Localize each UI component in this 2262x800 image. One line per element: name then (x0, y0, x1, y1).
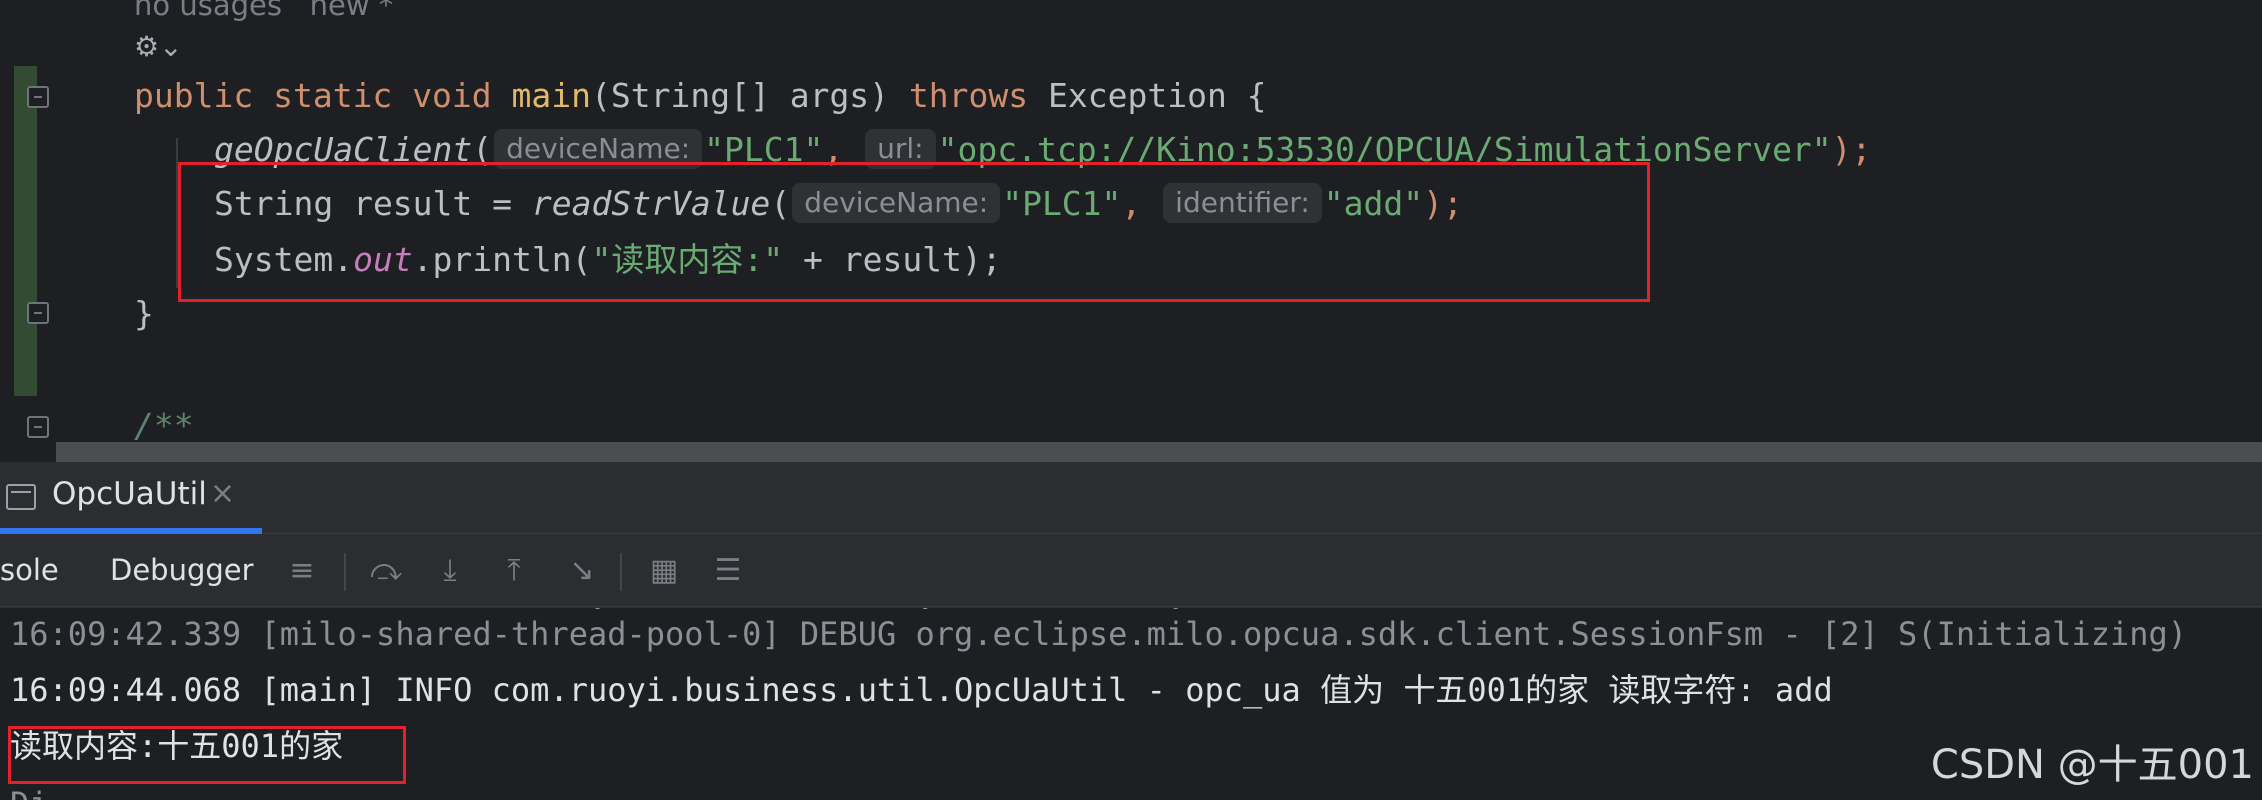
keyword-throws: throws (908, 76, 1029, 115)
fold-comment-icon[interactable] (27, 416, 49, 438)
keyword-static: static (273, 76, 393, 115)
console-line-info: 16:09:44.068 [main] INFO com.ruoyi.busin… (10, 671, 1833, 709)
active-tab-indicator (0, 528, 262, 534)
run-tab-strip: OpcUaUtil × (0, 462, 2262, 534)
csdn-watermark: CSDN @十五001 (1930, 742, 2254, 788)
code-line-main[interactable]: public static void main(String[] args) t… (134, 70, 1267, 122)
run-to-cursor-icon[interactable]: ↘ (560, 549, 604, 593)
highlight-box-output (8, 726, 406, 784)
toolbar-separator (620, 553, 622, 591)
ai-agent-icon[interactable]: ⚙⌄ (134, 30, 183, 63)
debug-toolbar: sole Debugger ≡ ⤼ ⤓ ⤒ ↘ ▦ ☰ (0, 535, 2262, 607)
trace-icon[interactable]: ☰ (706, 549, 750, 593)
evaluate-expression-icon[interactable]: ▦ (642, 549, 686, 593)
usages-hint[interactable]: no usages new * (134, 0, 393, 22)
console-window-icon (6, 484, 36, 510)
step-into-icon[interactable]: ⤓ (428, 549, 472, 593)
code-line-close-brace[interactable]: } (134, 288, 154, 340)
vcs-change-marker[interactable] (14, 66, 37, 396)
highlight-box-code (178, 162, 1650, 302)
method-tail: Exception { (1028, 76, 1267, 115)
step-over-icon[interactable]: ⤼ (364, 549, 408, 593)
tab-debugger[interactable]: Debugger (110, 553, 254, 587)
method-name: main (511, 76, 592, 115)
method-params: (String[] args) (591, 76, 909, 115)
fold-method-icon[interactable] (27, 86, 49, 108)
step-out-icon[interactable]: ⤒ (492, 549, 536, 593)
keyword-void: void (412, 76, 492, 115)
keyword-public: public (134, 76, 254, 115)
paren-close: ); (1831, 130, 1872, 169)
run-tab-opcuautil[interactable]: OpcUaUtil (52, 476, 207, 512)
close-icon[interactable]: × (210, 476, 235, 511)
toolbar-separator (344, 553, 346, 591)
console-line-debug: 16:09:42.339 [milo-shared-thread-pool-0]… (10, 615, 2188, 653)
tab-console[interactable]: sole (0, 553, 59, 587)
horizontal-scrollbar[interactable] (56, 442, 2262, 462)
menu-icon[interactable]: ≡ (280, 549, 324, 593)
fold-end-icon[interactable] (27, 302, 49, 324)
code-editor[interactable]: no usages new * ⚙⌄ public static void ma… (0, 0, 2262, 462)
